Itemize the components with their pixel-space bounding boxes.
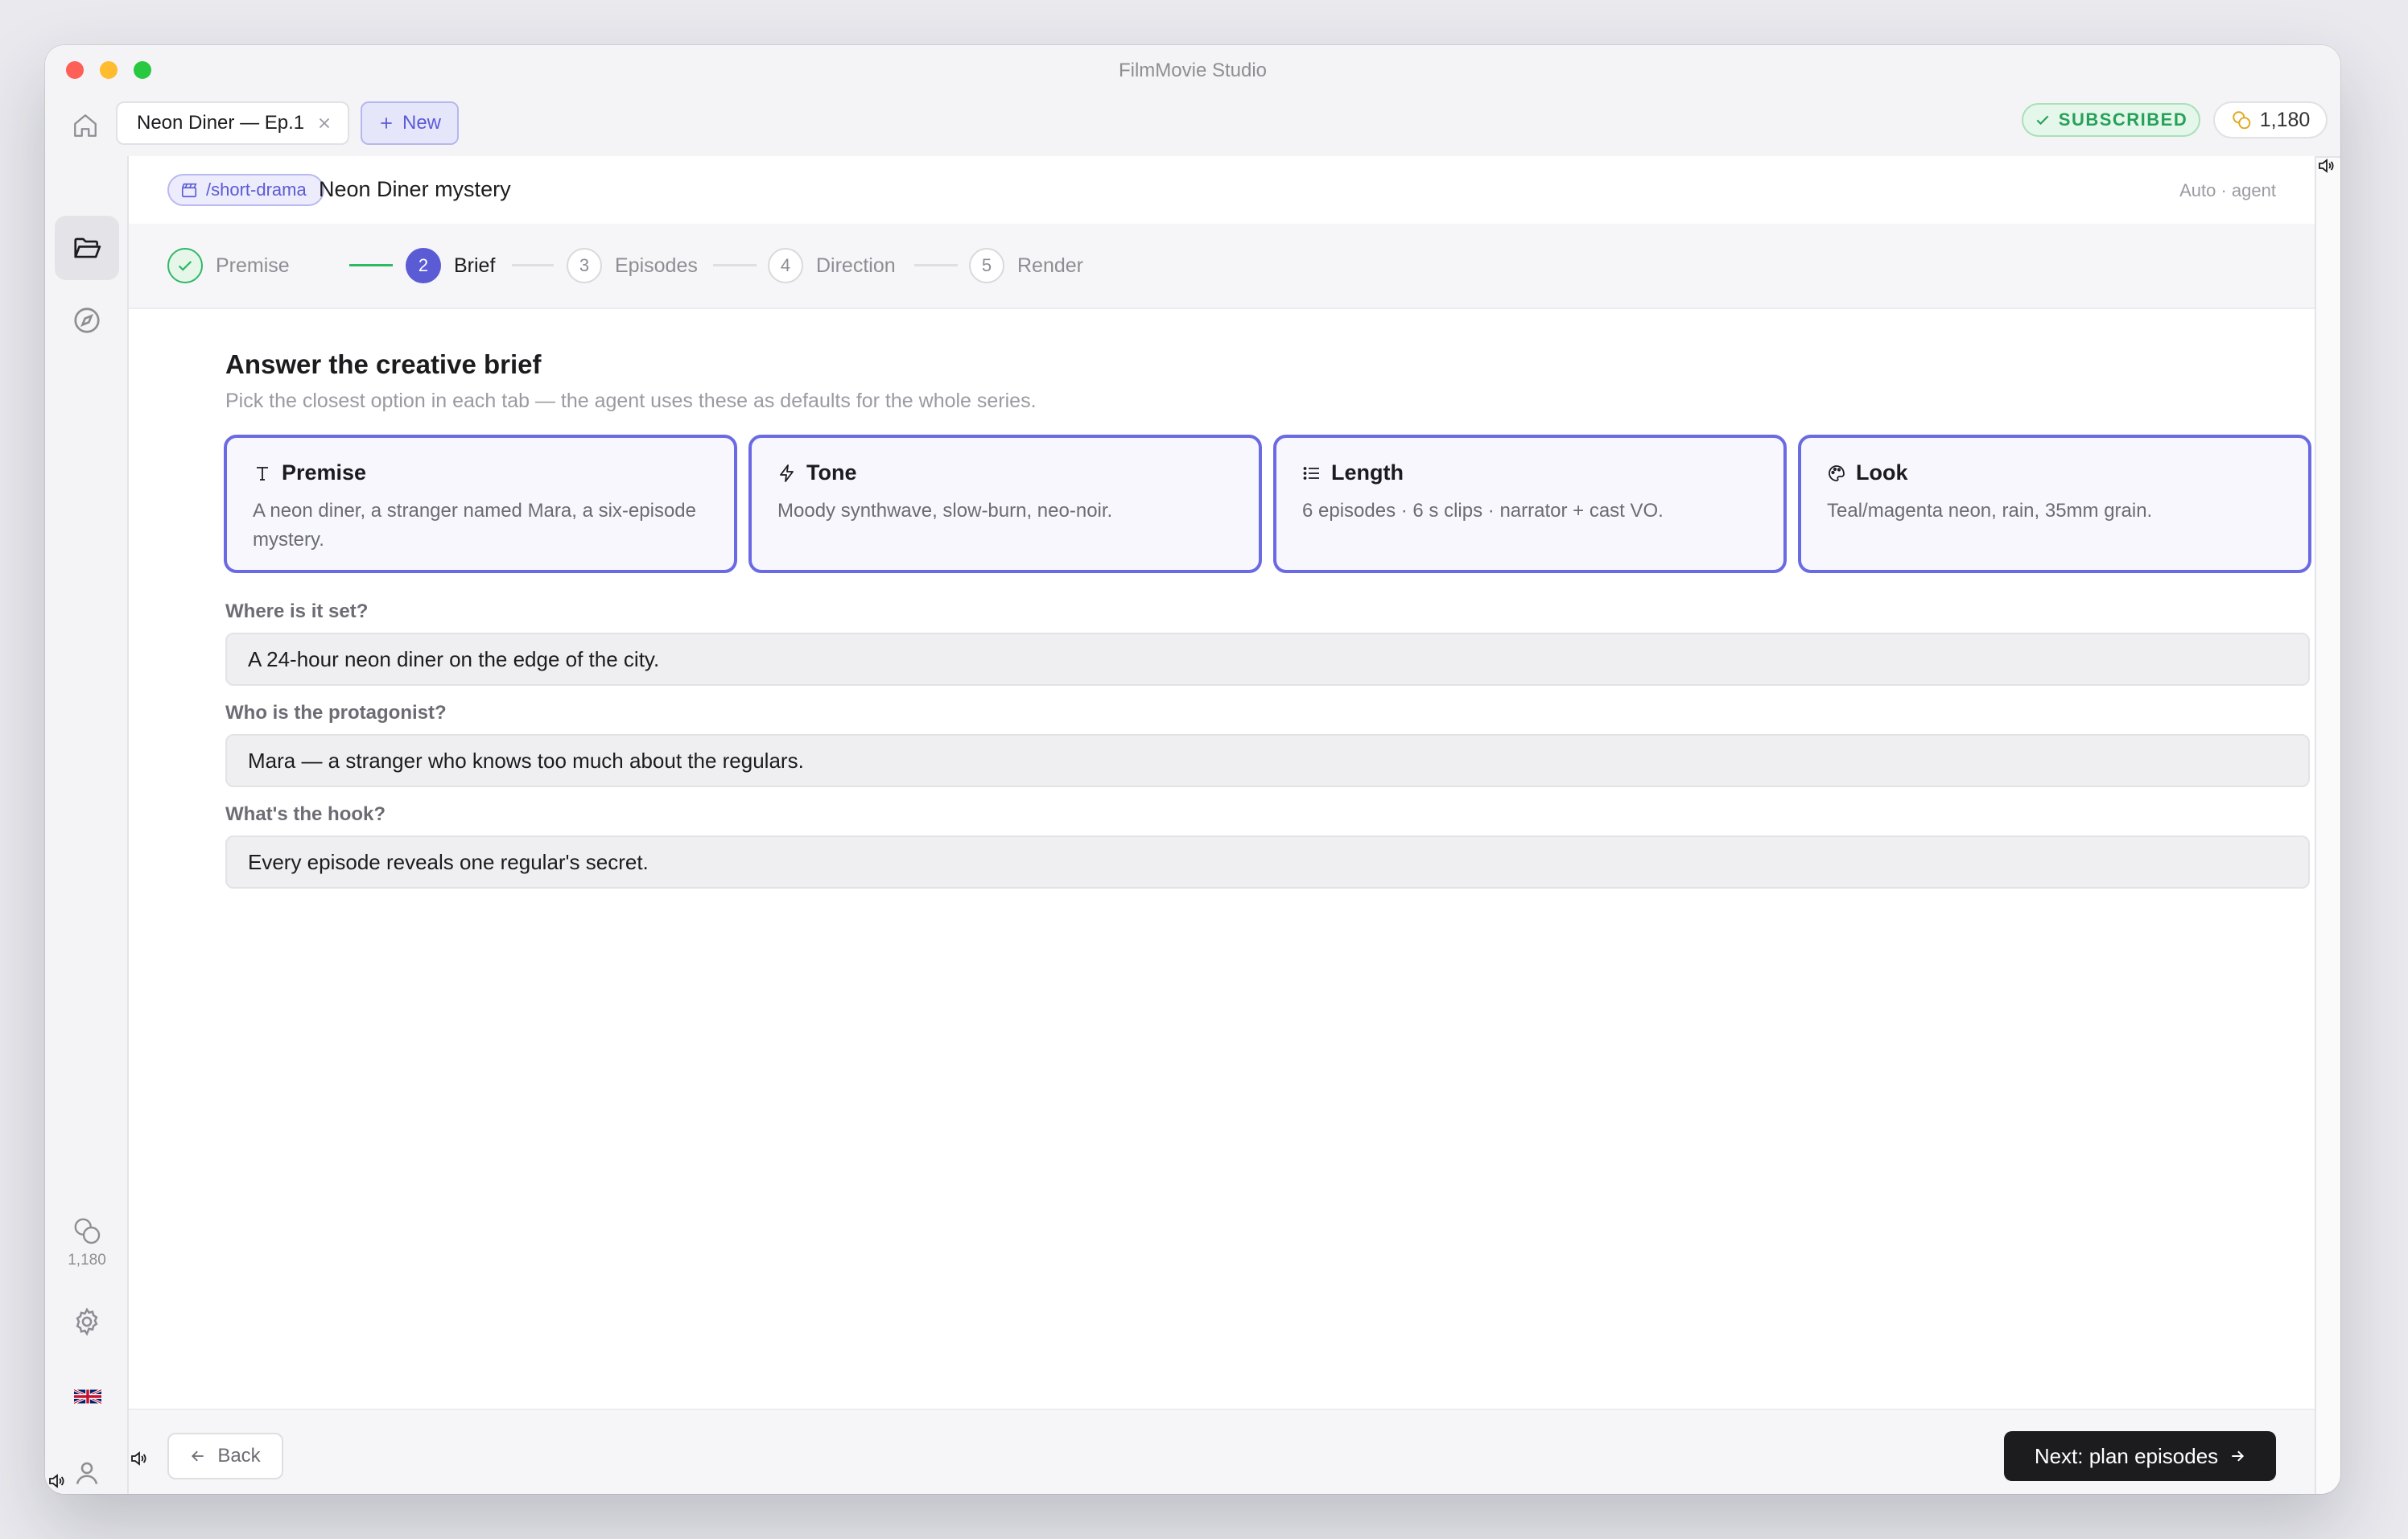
sidebar-item-explore[interactable] [55, 288, 119, 353]
brief-subtitle: Pick the closest option in each tab — th… [225, 390, 1037, 412]
next-plan-episodes-button[interactable]: Next: plan episodes [2004, 1431, 2276, 1481]
next-label: Next: plan episodes [2034, 1443, 2219, 1468]
tab-label: Neon Diner — Ep.1 [137, 112, 305, 134]
tab-neon-diner[interactable]: Neon Diner — Ep.1 [116, 101, 349, 145]
plus-icon [381, 118, 392, 129]
gear-icon [76, 1307, 98, 1336]
step-label: Render [1017, 254, 1083, 277]
step-episodes[interactable]: 3 Episodes [567, 246, 698, 285]
title-bar: FilmMovie Studio [45, 45, 2340, 95]
setting-input[interactable]: A 24-hour neon diner on the edge of the … [225, 633, 2310, 686]
folder-open-icon [74, 237, 101, 258]
step-label: Episodes [615, 254, 698, 277]
new-tab-label: New [402, 112, 441, 134]
command-chip[interactable]: /short-drama [167, 174, 324, 206]
close-icon[interactable] [315, 114, 333, 132]
question-label-hook: What's the hook? [225, 803, 386, 825]
step-brief[interactable]: 2 Brief [406, 246, 495, 285]
back-button[interactable]: Back [167, 1433, 283, 1479]
bolt-icon [780, 464, 794, 482]
mode-indicator[interactable]: Auto · agent [2179, 180, 2276, 201]
new-tab-button[interactable]: New [361, 101, 459, 145]
hook-input[interactable]: Every episode reveals one regular's secr… [225, 836, 2310, 889]
tab-bar: Neon Diner — Ep.1 New SUBSCRIBED 1,180 [45, 95, 2340, 158]
step-connector [914, 264, 958, 266]
command-label: /short-drama [206, 179, 307, 200]
project-title: Neon Diner mystery [319, 177, 511, 201]
brief-card-tone[interactable]: Tone Moody synthwave, slow-burn, neo-noi… [748, 435, 1262, 573]
sidebar-credits-value: 1,180 [68, 1252, 106, 1269]
step-label: Direction [816, 254, 896, 277]
window-title: FilmMovie Studio [1118, 60, 1268, 81]
subscription-badge: SUBSCRIBED [2022, 103, 2200, 137]
main-panel: /short-drama Neon Diner mystery Auto · a… [129, 156, 2316, 1494]
step-number: 3 [567, 248, 602, 283]
speaker-icon [131, 1451, 146, 1466]
coins-icon [74, 1218, 101, 1244]
credits-value: 1,180 [2259, 108, 2311, 131]
back-label: Back [217, 1445, 261, 1467]
home-button[interactable] [64, 105, 106, 146]
step-connector [512, 264, 554, 266]
question-label-setting: Where is it set? [225, 600, 369, 622]
progress-stepper: Premise 2 Brief 3 Episodes 4 Direction 5… [129, 224, 2315, 309]
sidebar-credits[interactable]: 1,180 [45, 1215, 129, 1269]
credits-balance[interactable]: 1,180 [2213, 101, 2328, 138]
app-window: FilmMovie Studio Neon Diner — Ep.1 New S… [45, 45, 2340, 1494]
palette-icon [1829, 464, 1845, 481]
subscription-status: SUBSCRIBED [2058, 109, 2188, 130]
card-title: Look [1856, 460, 1908, 485]
card-description: Moody synthwave, slow-burn, neo-noir. [777, 500, 1113, 522]
step-label: Brief [454, 254, 496, 277]
step-number: 4 [768, 248, 803, 283]
check-icon [2036, 115, 2049, 126]
question-label-protagonist: Who is the protagonist? [225, 702, 447, 724]
sidebar-item-settings[interactable] [55, 1289, 119, 1354]
arrow-right-icon [2232, 1450, 2245, 1462]
card-title: Premise [282, 460, 367, 485]
home-icon [74, 114, 97, 137]
card-description: 6 episodes · 6 s clips · narrator + cast… [1302, 500, 1664, 522]
card-title: Length [1331, 460, 1404, 485]
speaker-icon [2319, 159, 2334, 173]
text-icon [257, 466, 268, 481]
brief-card-length[interactable]: Length 6 episodes · 6 s clips · narrator… [1273, 435, 1787, 573]
step-premise[interactable]: Premise [167, 246, 290, 285]
language-uk-flag-icon[interactable] [74, 1388, 101, 1405]
list-icon [1303, 466, 1319, 480]
sidebar-item-projects[interactable] [55, 216, 119, 280]
brief-title: Answer the creative brief [225, 349, 542, 379]
speaker-icon [49, 1474, 64, 1488]
step-direction[interactable]: 4 Direction [768, 246, 896, 285]
brief-card-premise[interactable]: Premise A neon diner, a stranger named M… [224, 435, 737, 573]
protagonist-input[interactable]: Mara — a stranger who knows too much abo… [225, 734, 2310, 787]
footer-bar: Back Next: plan episodes [129, 1409, 2315, 1494]
clapperboard-icon [181, 183, 197, 198]
step-label: Premise [216, 254, 290, 277]
brief-card-look[interactable]: Look Teal/magenta neon, rain, 35mm grain… [1798, 435, 2311, 573]
step-connector [349, 264, 393, 266]
project-header: /short-drama Neon Diner mystery Auto · a… [129, 156, 2315, 225]
step-done-circle [167, 248, 203, 283]
card-title: Tone [806, 460, 857, 485]
coins-icon [2232, 111, 2250, 130]
step-render[interactable]: 5 Render [969, 246, 1083, 285]
step-connector [713, 264, 757, 266]
card-description: A neon diner, a stranger named Mara, a s… [253, 500, 696, 551]
user-icon [76, 1462, 98, 1484]
arrow-left-icon [192, 1450, 204, 1462]
compass-icon [74, 307, 100, 333]
check-icon [178, 261, 192, 271]
card-description: Teal/magenta neon, rain, 35mm grain. [1827, 500, 2153, 522]
step-number: 2 [406, 248, 441, 283]
sidebar: 1,180 [45, 156, 129, 1494]
step-number: 5 [969, 248, 1004, 283]
